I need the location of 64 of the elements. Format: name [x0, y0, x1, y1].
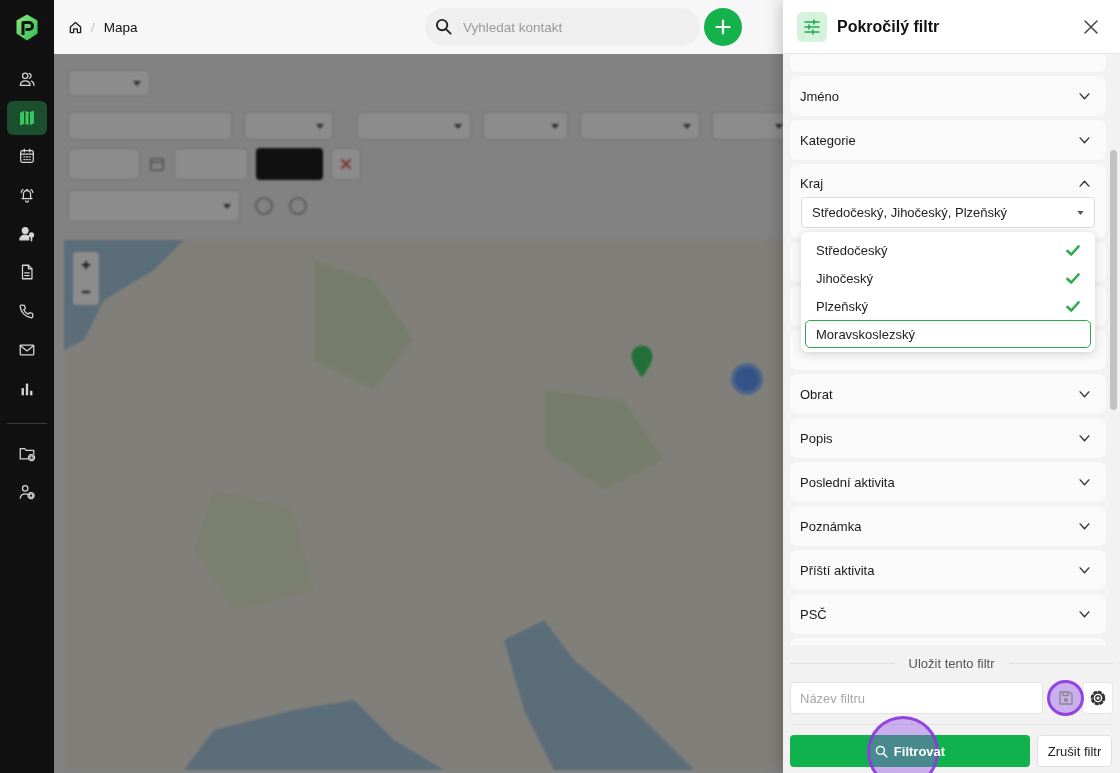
clear-filter-button[interactable]: Zrušit filtr — [1037, 735, 1112, 767]
dropdown-option[interactable]: Moravskoslezský — [805, 320, 1091, 348]
filter-accordion[interactable]: Popis — [790, 418, 1106, 458]
filter-accordion[interactable]: Jméno — [790, 76, 1106, 116]
circle-icon[interactable] — [288, 196, 308, 216]
filter-accordion[interactable]: Kraj — [800, 170, 1095, 196]
filter-accordion[interactable]: Poslední aktivita — [790, 462, 1106, 502]
save-filter-heading: Uložit tento filtr — [908, 655, 995, 671]
close-icon — [1084, 19, 1098, 34]
caret-icon — [454, 123, 462, 129]
multi-select[interactable]: Středočeský, Jihočeský, Plzeňský — [801, 197, 1095, 228]
home-icon[interactable] — [69, 20, 82, 34]
calendar-icon — [18, 147, 36, 166]
scrollbar[interactable] — [1110, 150, 1117, 410]
clear-button[interactable] — [331, 148, 361, 180]
caret-icon — [683, 123, 691, 129]
filter-accordion[interactable]: PSČ — [790, 594, 1106, 634]
plus-icon — [715, 19, 731, 35]
add-button[interactable] — [704, 8, 742, 46]
filter-accordion[interactable]: Příští aktivita — [790, 550, 1106, 590]
panel-title: Pokročilý filtr — [837, 17, 941, 36]
filter-accordion[interactable]: Poznámka — [790, 506, 1106, 546]
filter-name-field[interactable]: Název filtru — [790, 682, 1043, 714]
gear-icon — [1089, 690, 1106, 706]
caret-icon — [1077, 210, 1084, 215]
cluster-marker-icon[interactable] — [731, 363, 763, 395]
search-icon — [435, 18, 452, 35]
user-key-icon — [18, 224, 36, 243]
caret-icon — [551, 123, 559, 129]
bell-icon — [18, 186, 36, 205]
dropdown[interactable] — [712, 112, 783, 140]
people-icon — [18, 70, 36, 88]
phone-icon — [18, 302, 36, 321]
map-icon — [18, 108, 36, 127]
calendar-icon[interactable] — [148, 155, 166, 173]
caret-icon — [223, 203, 231, 209]
logo-icon[interactable] — [15, 13, 39, 41]
search-field[interactable]: Vyhledat kontakt — [425, 8, 700, 46]
settings-button[interactable] — [1082, 682, 1113, 714]
dropdown-option[interactable]: Jihočeský — [805, 264, 1091, 292]
check-icon — [1066, 244, 1080, 256]
dropdown-option[interactable]: Středočeský — [805, 236, 1091, 264]
map-pin-icon[interactable] — [631, 345, 653, 378]
zoom-control[interactable] — [73, 252, 99, 305]
action-button[interactable] — [256, 148, 323, 180]
dropdown-option[interactable]: Plzeňský — [805, 292, 1091, 320]
sidebar-item[interactable] — [7, 100, 47, 135]
caret-icon — [775, 123, 783, 129]
sliders-icon — [797, 11, 827, 42]
caret-icon — [316, 123, 324, 129]
circle-icon[interactable] — [254, 196, 274, 216]
filter-accordion[interactable]: Kategorie — [790, 120, 1106, 160]
filter-button[interactable]: Filtrovat — [790, 735, 1030, 767]
x-icon — [341, 159, 351, 169]
filter-accordion[interactable]: Obrat — [790, 374, 1106, 414]
search-icon — [874, 744, 888, 758]
check-icon — [1066, 300, 1080, 312]
breadcrumb-current: Mapa — [103, 19, 138, 35]
plus-icon[interactable] — [81, 260, 91, 271]
caret-icon — [133, 80, 141, 86]
breadcrumb-separator: / — [91, 19, 95, 35]
check-icon — [1066, 272, 1080, 284]
close-button[interactable] — [1082, 17, 1100, 36]
user-gear-icon — [18, 483, 36, 502]
